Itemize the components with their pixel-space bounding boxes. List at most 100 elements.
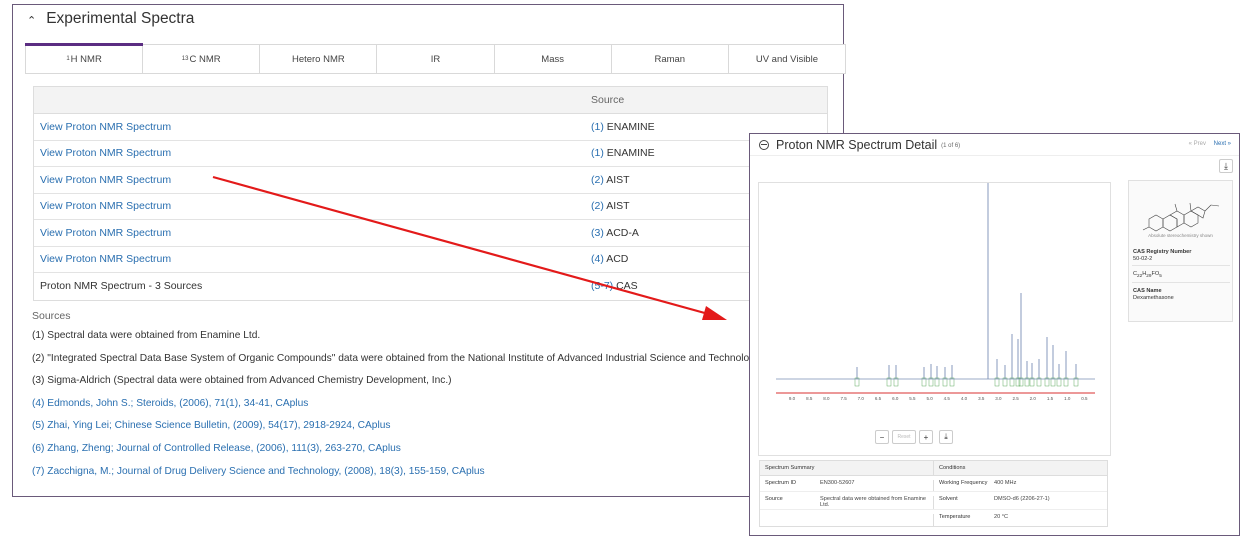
view-spectrum-link[interactable]: View Proton NMR Spectrum — [40, 200, 171, 212]
summary-key: Spectrum ID — [765, 480, 797, 486]
experimental-spectra-panel: ⌃ Experimental Spectra 1H NMR 13 C NMR He… — [12, 4, 846, 497]
tab-1h-nmr[interactable]: 1H NMR — [24, 43, 144, 73]
table-row: View Proton NMR Spectrum (2) AIST — [34, 167, 827, 194]
x-tick-label: 7.5 — [840, 396, 847, 401]
spectrum-peaks — [776, 182, 1095, 387]
x-tick-label: 7.0 — [858, 396, 865, 401]
source-citation-link[interactable]: (5) Zhai, Ying Lei; Chinese Science Bull… — [32, 420, 862, 443]
panel-header[interactable]: ⌃ Experimental Spectra — [13, 5, 843, 33]
tab-label: Raman — [654, 53, 686, 65]
tab-13c-nmr[interactable]: 13 C NMR — [143, 45, 261, 73]
source-citation-link[interactable]: (4) Edmonds, John S.; Steroids, (2006), … — [32, 398, 862, 421]
summary-value: Spectral data were obtained from Enamine… — [820, 496, 927, 508]
divider — [1132, 265, 1230, 266]
detail-title: Proton NMR Spectrum Detail — [776, 137, 938, 152]
summary-row: Temperature 20 °C — [760, 510, 1107, 526]
x-tick-label: 4.0 — [961, 396, 968, 401]
x-tick-label: 5.5 — [909, 396, 916, 401]
reset-zoom-button[interactable]: Reset — [892, 430, 916, 444]
x-tick-label: 4.5 — [944, 396, 951, 401]
source-name: AIST — [606, 173, 630, 186]
source-ref-link[interactable]: (5-7) — [591, 280, 613, 292]
condition-key: Temperature — [933, 514, 991, 526]
summary-header: Spectrum Summary Conditions — [760, 461, 1107, 476]
table-row: View Proton NMR Spectrum (4) ACD — [34, 247, 827, 273]
summary-row: Source Spectral data were obtained from … — [760, 492, 1107, 510]
tab-raman[interactable]: Raman — [612, 45, 729, 73]
table-row: Proton NMR Spectrum - 3 Sources (5-7) CA… — [34, 273, 827, 300]
tab-superscript: 1 — [66, 56, 70, 62]
tab-uv-visible[interactable]: UV and Visible — [729, 45, 845, 73]
spectrum-plot: 9.0 8.5 8.0 7.5 7.0 6.5 6.0 5.5 5.0 4.5 4.0 3.5 3.0 2… — [758, 182, 1111, 456]
tab-label: C NMR — [189, 53, 221, 65]
zoom-in-button[interactable]: + — [919, 430, 933, 444]
view-spectrum-link[interactable]: View Proton NMR Spectrum — [40, 174, 171, 186]
source-ref-link[interactable]: (1) — [591, 147, 604, 159]
download-icon[interactable]: ⤓ — [1219, 159, 1233, 173]
source-name: ACD — [606, 253, 629, 266]
source-name: ENAMINE — [606, 147, 655, 160]
tab-superscript: 13 — [181, 56, 189, 62]
tab-ir[interactable]: IR — [377, 45, 495, 73]
zoom-controls: − Reset + ⤓ — [875, 430, 953, 444]
source-ref-link[interactable]: (2) — [591, 174, 604, 186]
x-tick-label: 2.5 — [1012, 396, 1019, 401]
source-citation-link[interactable]: (6) Zhang, Zheng; Journal of Controlled … — [32, 443, 862, 466]
summary-value: EN300-52607 — [820, 480, 855, 486]
source-name: ENAMINE — [606, 120, 655, 133]
view-spectrum-link[interactable]: View Proton NMR Spectrum — [40, 121, 171, 133]
x-tick-label: 8.0 — [823, 396, 830, 401]
cas-name-label: CAS Name — [1133, 288, 1162, 294]
summary-header-left: Spectrum Summary — [765, 465, 815, 471]
cas-name-value: Dexamethasone — [1133, 295, 1174, 301]
view-spectrum-link[interactable]: View Proton NMR Spectrum — [40, 227, 171, 239]
download-icon[interactable]: ⤓ — [939, 430, 953, 444]
panel-title: Experimental Spectra — [46, 10, 195, 27]
x-tick-label: 1.5 — [1047, 396, 1054, 401]
structure-image — [1142, 202, 1220, 232]
chevron-up-icon[interactable]: ⌃ — [27, 14, 36, 27]
tab-label: UV and Visible — [755, 53, 818, 65]
table-row: View Proton NMR Spectrum (1) ENAMINE — [34, 141, 827, 167]
spectra-tabs: 1H NMR 13 C NMR Hetero NMR IR Mass Raman … — [24, 43, 846, 74]
x-tick-label: 1.0 — [1064, 396, 1071, 401]
spectra-table: Source View Proton NMR Spectrum (1) ENAM… — [33, 86, 828, 301]
tab-hetero-nmr[interactable]: Hetero NMR — [260, 45, 378, 73]
x-tick-label: 0.5 — [1081, 396, 1088, 401]
cas-spectrum-label: Proton NMR Spectrum - 3 Sources — [40, 280, 203, 293]
condition-value: 20 °C — [994, 514, 1009, 520]
condition-key: Solvent — [933, 496, 991, 509]
source-ref-link[interactable]: (2) — [591, 200, 604, 212]
source-item: (2) "Integrated Spectral Data Base Syste… — [32, 352, 798, 364]
next-link[interactable]: Next » — [1214, 141, 1231, 147]
condition-value: DMSO-d6 (2206-27-1) — [994, 496, 1050, 502]
tab-mass[interactable]: Mass — [495, 45, 612, 73]
summary-header-right: Conditions — [933, 461, 991, 475]
source-name: CAS — [616, 280, 638, 293]
source-ref-link[interactable]: (4) — [591, 253, 604, 265]
collapse-circle-icon[interactable] — [759, 139, 769, 150]
x-tick-label: 8.5 — [806, 396, 813, 401]
zoom-out-button[interactable]: − — [875, 430, 889, 444]
condition-value: 400 MHz — [994, 480, 1017, 486]
source-ref-link[interactable]: (1) — [591, 121, 604, 133]
source-name: AIST — [606, 200, 630, 213]
tab-label: Hetero NMR — [291, 53, 345, 65]
x-tick-label: 5.0 — [926, 396, 933, 401]
divider — [1132, 282, 1230, 283]
table-header-source: Source — [591, 94, 625, 106]
source-item: (3) Sigma-Aldrich (Spectral data were ob… — [32, 375, 452, 387]
molecular-formula: C22H29FO5 — [1133, 271, 1162, 279]
compound-card: Absolute stereochemistry shown CAS Regis… — [1128, 180, 1233, 322]
source-citation-link[interactable]: (7) Zacchigna, M.; Journal of Drug Deliv… — [32, 466, 862, 489]
summary-key: Source — [765, 496, 783, 502]
condition-key: Working Frequency — [933, 480, 991, 491]
table-row: View Proton NMR Spectrum (2) AIST — [34, 194, 827, 220]
prev-link[interactable]: « Prev — [1189, 141, 1206, 147]
source-ref-link[interactable]: (3) — [591, 227, 604, 239]
view-spectrum-link[interactable]: View Proton NMR Spectrum — [40, 147, 171, 159]
spectrum-detail-popup: Proton NMR Spectrum Detail (1 of 6) « Pr… — [749, 133, 1240, 536]
table-row: View Proton NMR Spectrum (1) ENAMINE — [34, 114, 827, 141]
view-spectrum-link[interactable]: View Proton NMR Spectrum — [40, 253, 171, 265]
tab-label: H NMR — [70, 53, 102, 65]
